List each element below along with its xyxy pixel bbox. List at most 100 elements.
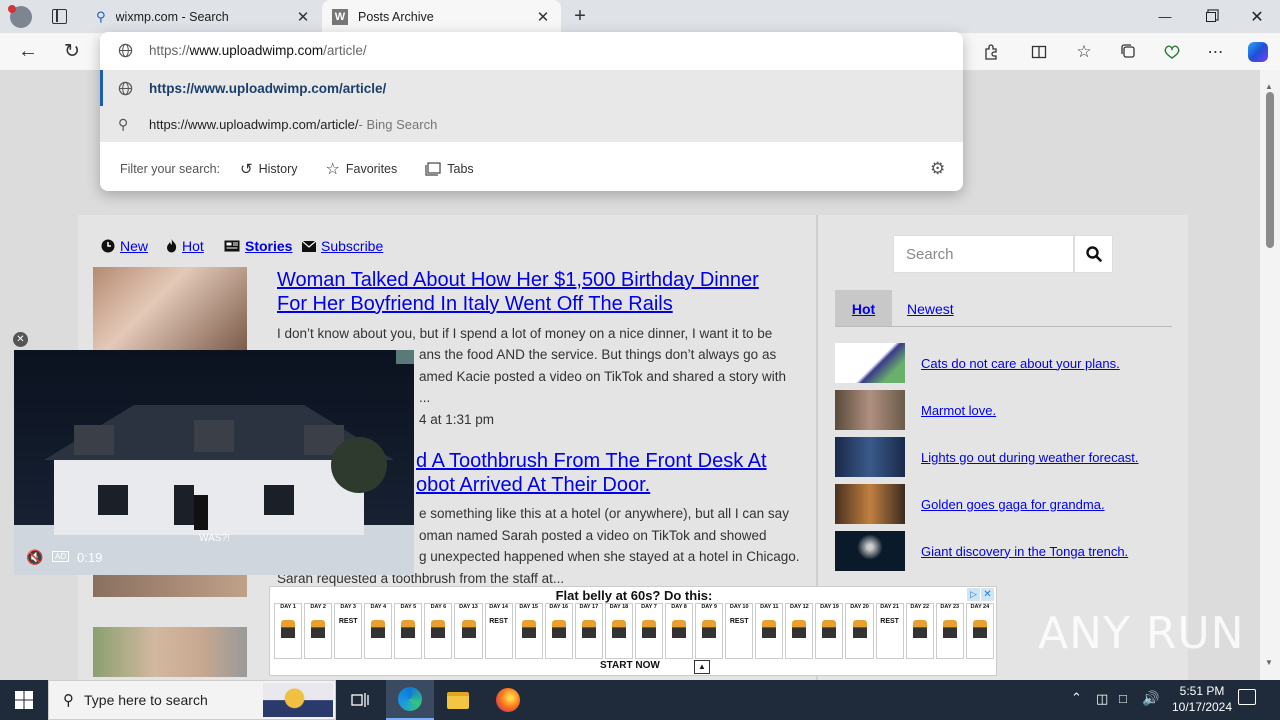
sidebar-tab-newest[interactable]: Newest: [907, 290, 954, 327]
sidebar-item[interactable]: Golden goes gaga for grandma.: [835, 484, 1175, 524]
sidebar-link[interactable]: Giant discovery in the Tonga trench.: [921, 544, 1128, 559]
filter-favorites[interactable]: ☆ Favorites: [326, 159, 398, 179]
nav-new[interactable]: New: [101, 238, 148, 254]
tab-actions-icon[interactable]: [52, 9, 67, 24]
article-title-line[interactable]: obot Arrived At Their Door.: [416, 473, 767, 497]
page-scrollbar[interactable]: ▲ ▼: [1260, 70, 1280, 680]
minimize-button[interactable]: —: [1142, 0, 1188, 33]
firefox-icon[interactable]: [484, 680, 532, 720]
scrollbar-thumb[interactable]: [1266, 92, 1274, 248]
filter-tabs[interactable]: Tabs: [425, 162, 474, 176]
article-thumbnail[interactable]: [93, 627, 247, 677]
performance-icon[interactable]: [1156, 33, 1188, 70]
nav-subscribe[interactable]: Subscribe: [302, 238, 383, 254]
suggestion-text[interactable]: https://www.uploadwimp.com/article/: [149, 81, 386, 96]
volume-icon[interactable]: 🔊: [1142, 690, 1159, 707]
article-title-line[interactable]: d A Toothbrush From The Front Desk At: [416, 449, 767, 473]
mute-icon[interactable]: 🔇: [26, 549, 43, 566]
sidebar-link[interactable]: Golden goes gaga for grandma.: [921, 497, 1105, 512]
tab-search[interactable]: ⚲ wixmp.com - Search ✕: [86, 0, 321, 33]
article-title[interactable]: Woman Talked About How Her $1,500 Birthd…: [277, 268, 759, 316]
start-button[interactable]: [0, 680, 48, 720]
more-menu-icon[interactable]: ⋯: [1200, 33, 1232, 70]
refresh-button[interactable]: ↻: [56, 33, 88, 70]
sidebar-item[interactable]: Cats do not care about your plans.: [835, 343, 1175, 383]
network-icon[interactable]: □: [1119, 691, 1127, 706]
nav-stories[interactable]: Stories: [224, 238, 292, 254]
profile-icon[interactable]: [8, 5, 32, 28]
split-screen-icon[interactable]: [1023, 33, 1055, 70]
new-tab-button[interactable]: +: [568, 4, 592, 28]
nav-hot[interactable]: Hot: [166, 238, 204, 254]
nav-new-label[interactable]: New: [120, 238, 148, 254]
ad-banner[interactable]: Flat belly at 60s? Do this: ▷ ✕ DAY 1 DAY…: [269, 586, 997, 676]
nav-subscribe-label[interactable]: Subscribe: [321, 238, 383, 254]
sidebar-thumbnail[interactable]: [835, 343, 905, 383]
sidebar-thumbnail[interactable]: [835, 390, 905, 430]
sidebar-item[interactable]: Marmot love.: [835, 390, 1175, 430]
suggestion-text[interactable]: https://www.uploadwimp.com/article/: [149, 117, 359, 132]
article-title[interactable]: d A Toothbrush From The Front Desk At ob…: [416, 449, 767, 497]
exercise-figure-icon: [972, 620, 987, 638]
nav-stories-label[interactable]: Stories: [245, 238, 292, 254]
sidebar-link[interactable]: Lights go out during weather forecast.: [921, 450, 1139, 465]
taskbar-search[interactable]: ⚲ Type here to search: [48, 680, 336, 720]
restore-button[interactable]: [1188, 0, 1234, 33]
filter-history-label[interactable]: History: [259, 162, 298, 176]
extensions-icon[interactable]: [975, 33, 1007, 70]
favorites-icon[interactable]: ☆: [1068, 33, 1100, 70]
sidebar-link[interactable]: Cats do not care about your plans.: [921, 356, 1120, 371]
clock-display[interactable]: 5:51 PM 10/17/2024: [1164, 683, 1240, 715]
edge-icon[interactable]: [386, 680, 434, 720]
tab-posts-archive[interactable]: W Posts Archive ✕: [322, 0, 561, 33]
sidebar-thumbnail[interactable]: [835, 437, 905, 477]
chevron-up-icon[interactable]: ⌃: [1071, 690, 1082, 706]
collections-icon[interactable]: [1112, 33, 1144, 70]
notification-icon[interactable]: [1238, 689, 1256, 705]
close-video-button[interactable]: ✕: [13, 332, 28, 347]
close-window-button[interactable]: ✕: [1234, 0, 1280, 33]
article-title-line[interactable]: For Her Boyfriend In Italy Went Off The …: [277, 292, 759, 316]
sidebar-tab-hot[interactable]: Hot: [835, 290, 892, 327]
taskbar-search-placeholder[interactable]: Type here to search: [84, 692, 208, 708]
video-player[interactable]: WAS?! 🔇 AD 0:19: [14, 350, 414, 575]
w-logo-icon: W: [332, 8, 348, 25]
article-title-line[interactable]: Woman Talked About How Her $1,500 Birthd…: [277, 268, 759, 292]
nav-hot-label[interactable]: Hot: [182, 238, 204, 254]
ad-day-cell: DAY 16: [544, 603, 573, 659]
device-icon[interactable]: ◫: [1096, 691, 1108, 707]
close-icon[interactable]: ✕: [295, 8, 311, 26]
ad-close-icon[interactable]: ✕: [981, 588, 994, 601]
task-view-icon[interactable]: [336, 680, 384, 720]
ad-cta[interactable]: START NOW: [600, 660, 660, 671]
search-input[interactable]: Search: [893, 235, 1074, 273]
ad-headline[interactable]: Flat belly at 60s? Do this:: [270, 588, 998, 603]
article-date: 4 at 1:31 pm: [419, 412, 495, 427]
ad-choices-icon[interactable]: ▷: [967, 588, 980, 601]
filter-history[interactable]: ↺ History: [240, 160, 297, 178]
sidebar-link[interactable]: Marmot love.: [921, 403, 996, 418]
sidebar-thumbnail[interactable]: [835, 531, 905, 571]
article-thumbnail[interactable]: [93, 267, 247, 352]
address-bar[interactable]: https://www.uploadwimp.com/article/: [100, 32, 963, 69]
sidebar-item[interactable]: Lights go out during weather forecast.: [835, 437, 1175, 477]
sidebar-thumbnail[interactable]: [835, 484, 905, 524]
sidebar-item[interactable]: Giant discovery in the Tonga trench.: [835, 531, 1175, 571]
suggestion-url[interactable]: https://www.uploadwimp.com/article/: [100, 70, 963, 106]
scroll-up-arrow[interactable]: ▲: [1265, 82, 1273, 91]
ad-collapse-icon[interactable]: ▲: [694, 660, 710, 674]
ad-day-label: DAY 17: [579, 604, 599, 610]
tab-title: wixmp.com - Search: [115, 9, 229, 24]
file-explorer-icon[interactable]: [434, 680, 482, 720]
close-icon[interactable]: ✕: [535, 8, 551, 26]
back-button[interactable]: ←: [12, 33, 44, 70]
scroll-down-arrow[interactable]: ▼: [1265, 658, 1273, 667]
copilot-icon[interactable]: [1242, 33, 1274, 70]
settings-gear-icon[interactable]: ⚙: [930, 159, 945, 179]
filter-tabs-label[interactable]: Tabs: [447, 162, 473, 176]
search-button[interactable]: [1074, 235, 1113, 273]
suggestion-search[interactable]: ⚲ https://www.uploadwimp.com/article/ - …: [100, 106, 963, 142]
article-thumbnail[interactable]: [93, 575, 247, 597]
filter-favorites-label[interactable]: Favorites: [346, 162, 397, 176]
address-text[interactable]: https://www.uploadwimp.com/article/: [149, 43, 367, 58]
